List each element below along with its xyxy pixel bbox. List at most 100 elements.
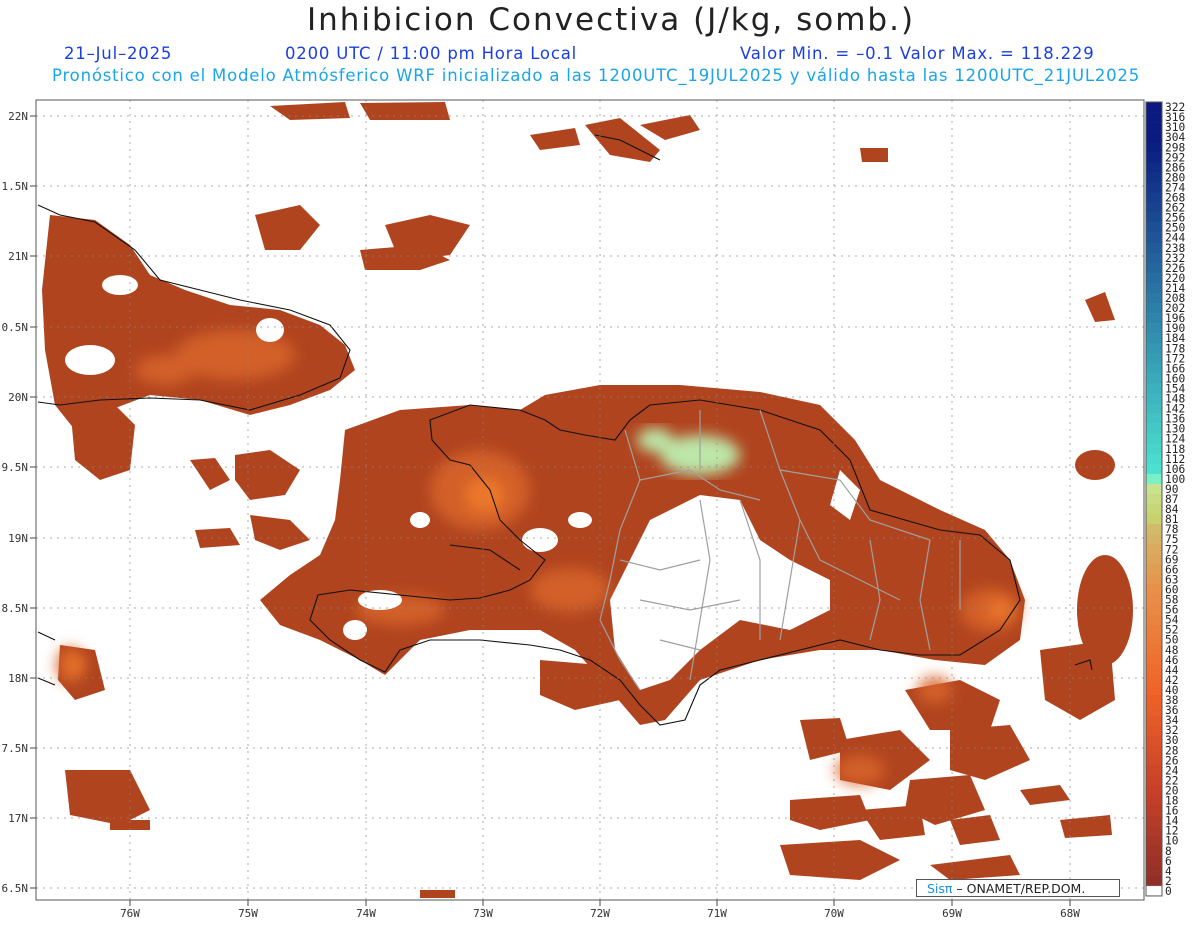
colorbar-swatch bbox=[1146, 594, 1162, 605]
colorbar-swatch bbox=[1146, 715, 1162, 726]
lon-label: 71W bbox=[707, 907, 727, 920]
lat-label: 9.5N bbox=[2, 461, 29, 474]
colorbar-swatch bbox=[1146, 654, 1162, 666]
colorbar-swatch bbox=[1146, 212, 1162, 223]
colorbar-swatch bbox=[1146, 443, 1162, 455]
lat-label: 1.5N bbox=[2, 180, 29, 193]
colorbar-swatch bbox=[1146, 755, 1162, 766]
lat-label: 19N bbox=[8, 532, 28, 545]
colorbar-swatch bbox=[1146, 172, 1162, 183]
colorbar-swatch bbox=[1146, 433, 1162, 444]
colorbar-swatch bbox=[1146, 303, 1162, 314]
colorbar-swatch bbox=[1146, 554, 1162, 565]
colorbar-swatch bbox=[1146, 162, 1162, 173]
lon-label: 75W bbox=[238, 907, 258, 920]
colorbar-swatch bbox=[1146, 735, 1162, 746]
colorbar-swatch bbox=[1146, 574, 1162, 585]
colorbar-swatch bbox=[1146, 534, 1162, 545]
colorbar-swatch bbox=[1146, 775, 1162, 786]
colorbar-swatch bbox=[1146, 413, 1162, 424]
colorbar-swatch bbox=[1146, 483, 1162, 495]
lat-label: 21N bbox=[8, 250, 28, 263]
lon-label: 68W bbox=[1060, 907, 1080, 920]
lat-label: 22N bbox=[8, 110, 28, 123]
colorbar-swatch bbox=[1146, 684, 1162, 696]
colorbar-swatch bbox=[1146, 825, 1162, 836]
colorbar-swatch bbox=[1146, 885, 1162, 897]
colorbar-swatch bbox=[1146, 403, 1162, 414]
colorbar-swatch bbox=[1146, 282, 1162, 294]
colorbar-swatch bbox=[1146, 373, 1162, 384]
colorbar-swatch bbox=[1146, 202, 1162, 213]
colorbar-swatch bbox=[1146, 845, 1162, 857]
lon-label: 73W bbox=[473, 907, 493, 920]
colorbar-swatch bbox=[1146, 343, 1162, 354]
sispi-logo: Sisπ bbox=[927, 881, 953, 896]
colorbar-swatch bbox=[1146, 252, 1162, 264]
colorbar-swatch bbox=[1146, 493, 1162, 505]
lon-label: 76W bbox=[120, 907, 140, 920]
colorbar-swatch bbox=[1146, 473, 1162, 485]
colorbar-swatch bbox=[1146, 504, 1162, 515]
colorbar-swatch bbox=[1146, 423, 1162, 434]
colorbar-swatch bbox=[1146, 463, 1162, 475]
colorbar-swatch bbox=[1146, 453, 1162, 465]
forecast-map: 22N 1.5N 21N 0.5N 20N 9.5N 19N 8.5N 18N … bbox=[2, 99, 1185, 920]
lat-label: 7.5N bbox=[2, 742, 29, 755]
colorbar-swatch bbox=[1146, 363, 1162, 374]
colorbar-swatch bbox=[1146, 182, 1162, 193]
colorbar-swatch bbox=[1146, 292, 1162, 304]
colorbar-swatch bbox=[1146, 815, 1162, 826]
lon-label: 70W bbox=[824, 907, 844, 920]
colorbar-swatch bbox=[1146, 122, 1162, 133]
colorbar-swatch bbox=[1146, 514, 1162, 525]
colorbar-swatch bbox=[1146, 855, 1162, 867]
colorbar-swatch bbox=[1146, 674, 1162, 686]
colorbar-swatch bbox=[1146, 614, 1162, 625]
colorbar-swatch bbox=[1146, 705, 1162, 716]
colorbar-swatch bbox=[1146, 232, 1162, 243]
colorbar-swatch bbox=[1146, 102, 1162, 113]
lat-label: 8.5N bbox=[2, 602, 29, 615]
colorbar-swatch bbox=[1146, 222, 1162, 233]
colorbar-swatch bbox=[1146, 393, 1162, 404]
colorbar-swatch bbox=[1146, 132, 1162, 143]
colorbar-swatch bbox=[1146, 313, 1162, 324]
colorbar-swatch bbox=[1146, 262, 1162, 274]
colorbar-swatch bbox=[1146, 805, 1162, 816]
credit-text: – ONAMET/REP.DOM. bbox=[952, 881, 1086, 896]
colorbar-swatch bbox=[1146, 192, 1162, 203]
colorbar-swatch bbox=[1146, 634, 1162, 645]
colorbar-swatch bbox=[1146, 795, 1162, 806]
lon-label: 74W bbox=[356, 907, 376, 920]
lat-label: 17N bbox=[8, 812, 28, 825]
colorbar-swatch bbox=[1146, 524, 1162, 535]
lat-label: 0.5N bbox=[2, 321, 29, 334]
lat-label: 6.5N bbox=[2, 882, 29, 895]
lat-label: 18N bbox=[8, 672, 28, 685]
lon-label: 69W bbox=[942, 907, 962, 920]
colorbar-swatch bbox=[1146, 544, 1162, 555]
colorbar-swatch bbox=[1146, 272, 1162, 284]
colorbar-swatch bbox=[1146, 152, 1162, 163]
colorbar-swatch bbox=[1146, 584, 1162, 595]
colorbar-swatch bbox=[1146, 323, 1162, 334]
colorbar-swatch bbox=[1146, 745, 1162, 756]
colorbar-swatch bbox=[1146, 564, 1162, 575]
colorbar-swatch bbox=[1146, 604, 1162, 615]
colorbar-swatch bbox=[1146, 765, 1162, 776]
colorbar: 3223163103042982922862802742682622562502… bbox=[1145, 101, 1185, 898]
colorbar-swatch bbox=[1146, 644, 1162, 656]
colorbar-swatch bbox=[1146, 725, 1162, 736]
cin-field bbox=[36, 100, 1144, 900]
colorbar-swatch bbox=[1146, 664, 1162, 676]
lon-label: 72W bbox=[590, 907, 610, 920]
colorbar-swatch bbox=[1146, 865, 1162, 877]
colorbar-swatch bbox=[1146, 624, 1162, 635]
colorbar-swatch bbox=[1146, 694, 1162, 706]
colorbar-swatch bbox=[1146, 383, 1162, 394]
credit-box: Sisπ – ONAMET/REP.DOM. bbox=[916, 879, 1120, 897]
colorbar-swatch bbox=[1146, 875, 1162, 887]
colorbar-swatch bbox=[1146, 333, 1162, 344]
colorbar-swatch bbox=[1146, 112, 1162, 123]
